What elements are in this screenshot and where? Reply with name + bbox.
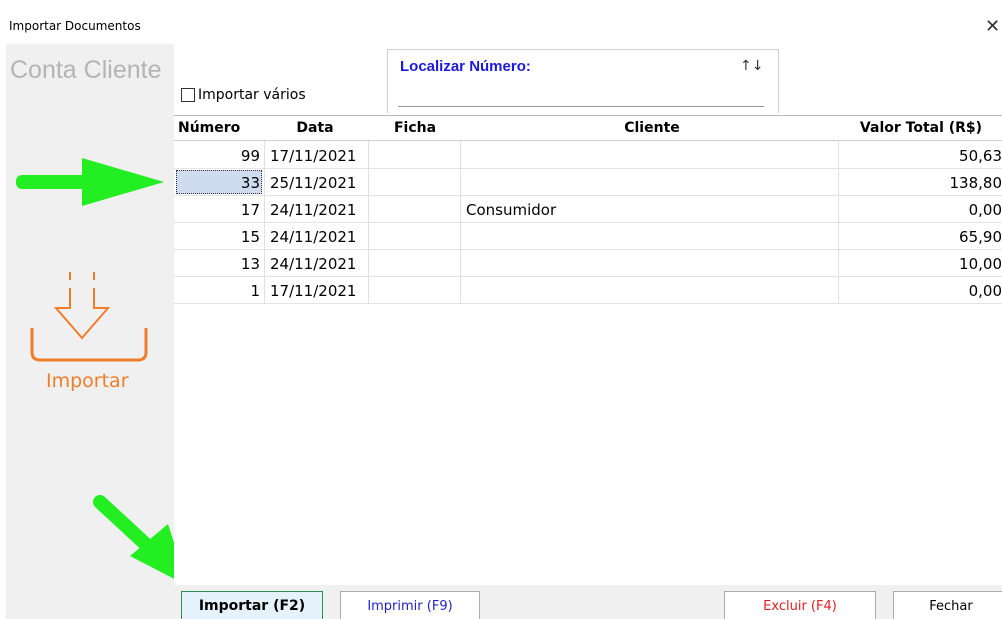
conta-cliente-heading: Conta Cliente xyxy=(10,56,162,84)
cell-cliente: Consumidor xyxy=(466,201,557,219)
title-bar: Importar Documentos ✕ xyxy=(0,0,1002,44)
col-header-numero[interactable]: Número xyxy=(178,120,240,136)
search-panel: Localizar Número: ↑↓ xyxy=(387,49,779,113)
cell-valor-total: 138,80 xyxy=(949,174,1002,192)
table-row[interactable]: 33 25/11/2021 138,80 xyxy=(174,169,1002,196)
delete-button[interactable]: Excluir (F4) xyxy=(724,591,876,619)
print-button[interactable]: Imprimir (F9) xyxy=(340,591,480,619)
import-download-icon[interactable] xyxy=(28,268,154,364)
table-row[interactable]: 99 17/11/2021 50,63 xyxy=(174,142,1002,169)
close-button[interactable]: Fechar xyxy=(893,591,1002,619)
cell-data: 24/11/2021 xyxy=(270,228,357,246)
cell-valor-total: 0,00 xyxy=(968,201,1002,219)
search-input[interactable] xyxy=(398,83,764,107)
cell-valor-total: 0,00 xyxy=(968,282,1002,300)
table-row[interactable]: 15 24/11/2021 65,90 xyxy=(174,223,1002,250)
cell-data: 17/11/2021 xyxy=(270,282,357,300)
close-icon[interactable]: ✕ xyxy=(985,16,1000,37)
table-row[interactable]: 1 17/11/2021 0,00 xyxy=(174,277,1002,304)
cell-valor-total: 10,00 xyxy=(959,255,1002,273)
col-header-data[interactable]: Data xyxy=(268,120,362,136)
cell-valor-total: 65,90 xyxy=(959,228,1002,246)
cell-numero: 33 xyxy=(240,174,260,192)
table-row[interactable]: 13 24/11/2021 10,00 xyxy=(174,250,1002,277)
cell-valor-total: 50,63 xyxy=(959,147,1002,165)
cell-numero: 17 xyxy=(240,201,260,219)
cell-data: 24/11/2021 xyxy=(270,201,357,219)
documents-table: Número Data Ficha Cliente Valor Total (R… xyxy=(174,115,1002,590)
importar-varios-checkbox[interactable] xyxy=(181,88,195,102)
importar-varios-option[interactable]: Importar vários xyxy=(181,87,306,103)
green-arrow-right-icon xyxy=(16,158,164,206)
cell-data: 24/11/2021 xyxy=(270,255,357,273)
table-header: Número Data Ficha Cliente Valor Total (R… xyxy=(174,116,1002,141)
search-label: Localizar Número: xyxy=(400,58,531,75)
cell-numero: 1 xyxy=(250,282,260,300)
col-header-cliente[interactable]: Cliente xyxy=(464,120,840,136)
cell-numero: 15 xyxy=(240,228,260,246)
col-header-ficha[interactable]: Ficha xyxy=(370,120,460,136)
cell-numero: 13 xyxy=(240,255,260,273)
cell-data: 25/11/2021 xyxy=(270,174,357,192)
window-title: Importar Documentos xyxy=(9,19,141,33)
importar-varios-label: Importar vários xyxy=(198,87,306,103)
cell-data: 17/11/2021 xyxy=(270,147,357,165)
col-header-valor-total[interactable]: Valor Total (R$) xyxy=(846,120,996,136)
import-label[interactable]: Importar xyxy=(46,370,129,392)
table-row[interactable]: 17 24/11/2021 Consumidor 0,00 xyxy=(174,196,1002,223)
sort-icon[interactable]: ↑↓ xyxy=(740,58,763,74)
import-button[interactable]: Importar (F2) xyxy=(181,591,323,619)
cell-numero: 99 xyxy=(240,147,260,165)
